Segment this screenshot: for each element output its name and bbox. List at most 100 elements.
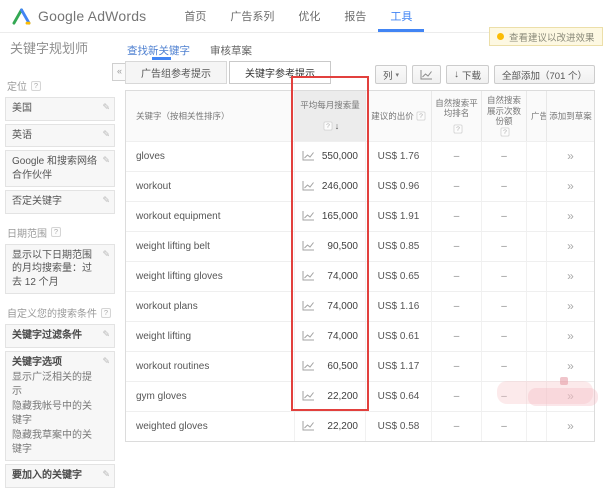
trend-chart-icon[interactable] [302,361,315,371]
suggested-bid-cell: US$ 0.65 [365,262,431,291]
edit-pencil-icon[interactable]: ✎ [102,194,110,206]
ad-share-cell [526,172,546,201]
help-icon[interactable]: ? [101,308,111,318]
nav-item-tools[interactable]: 工具 [378,0,424,32]
find-keywords-link[interactable]: 查找新关键字 [127,43,190,58]
edit-pencil-icon[interactable]: ✎ [102,328,110,340]
ad-share-cell [526,292,546,321]
nav-item-optimize[interactable]: 优化 [286,0,332,32]
keyword-cell: weight lifting [126,322,294,351]
header-keyword: 关键字（按相关性排序） [126,91,294,141]
adwords-logo: Google AdWords [12,0,146,32]
organic-rank-cell: – [431,322,481,351]
header-ad-impression-share[interactable]: 广告展 [526,91,546,141]
add-to-plan-button[interactable]: » [546,142,594,171]
search-volume-cell: 74,000 [294,292,365,321]
organic-share-cell: – [481,172,526,201]
ad-share-cell [526,142,546,171]
add-to-plan-button[interactable]: » [546,262,594,291]
download-button[interactable]: ↓ 下载 [446,65,489,84]
help-icon[interactable]: ? [416,111,425,120]
chart-view-button[interactable] [412,65,441,84]
keyword-options-box[interactable]: 关键字选项 ✎ 显示广泛相关的提示 隐藏我帐号中的关键字 隐藏我草案中的关键字 [5,351,115,462]
keywords-to-include-box[interactable]: 要加入的关键字 ✎ [5,464,115,488]
trend-chart-icon[interactable] [302,151,315,161]
keyword-cell: workout plans [126,292,294,321]
add-to-plan-button[interactable]: » [546,292,594,321]
edit-pencil-icon[interactable]: ✎ [102,248,110,260]
add-to-plan-button[interactable]: » [546,352,594,381]
search-volume-value: 165,000 [322,211,358,222]
trend-chart-icon[interactable] [302,241,315,251]
page-title: 关键字规划师 [10,38,88,57]
table-header-row: 关键字（按相关性排序） 平均每月搜索量 ? ↓ 建议的出价 ? 自然搜索平均排名… [126,91,594,141]
suggestion-notice[interactable]: 查看建议以改进效果 [489,27,603,46]
keyword-filters-box[interactable]: 关键字过滤条件 ✎ [5,324,115,348]
top-nav: 首页 广告系列 优化 报告 工具 [172,0,424,32]
nav-item-reports[interactable]: 报告 [332,0,378,32]
trend-chart-icon[interactable] [302,301,315,311]
help-icon[interactable]: ? [323,122,332,131]
edit-pencil-icon[interactable]: ✎ [102,154,110,166]
brand-name: Google AdWords [38,8,146,24]
watermark-blob [560,377,568,385]
trend-chart-icon[interactable] [302,421,315,431]
add-to-plan-button[interactable]: » [546,322,594,351]
organic-rank-cell: – [431,352,481,381]
edit-pencil-icon[interactable]: ✎ [102,128,110,140]
header-avg-monthly-searches[interactable]: 平均每月搜索量 ? ↓ [294,91,365,141]
help-icon[interactable]: ? [31,81,41,91]
edit-pencil-icon[interactable]: ✎ [102,468,110,480]
nav-item-campaigns[interactable]: 广告系列 [218,0,286,32]
table-row: weight lifting 74,000 US$ 0.61 – – » [126,321,594,351]
review-draft-link[interactable]: 审核草案 [210,43,252,58]
search-volume-cell: 22,200 [294,412,365,441]
edit-pencil-icon[interactable]: ✎ [102,101,110,113]
nav-item-home[interactable]: 首页 [172,0,218,32]
trend-chart-icon[interactable] [302,181,315,191]
negative-keywords-box[interactable]: 否定关键字 ✎ [5,190,115,214]
search-volume-cell: 550,000 [294,142,365,171]
columns-button[interactable]: 列 ▾ [375,65,407,84]
help-icon[interactable]: ? [501,127,510,136]
trend-chart-icon[interactable] [302,211,315,221]
subheader-links: 查找新关键字 审核草案 [127,43,252,58]
organic-rank-cell: – [431,202,481,231]
date-range-box[interactable]: 显示以下日期范围的月均搜索量：过去 12 个月 ✎ [5,244,115,295]
add-to-plan-button[interactable]: » [546,412,594,441]
header-organic-impression-share[interactable]: 自然搜索展示次数份额 ? [481,91,526,141]
suggested-bid-cell: US$ 0.85 [365,232,431,261]
help-icon[interactable]: ? [453,125,462,134]
tab-ad-group-ideas[interactable]: 广告组参考提示 [125,61,227,84]
table-row: gloves 550,000 US$ 1.76 – – » [126,141,594,171]
add-to-plan-button[interactable]: » [546,232,594,261]
targeting-location-box[interactable]: 美国 ✎ [5,97,115,121]
trend-chart-icon[interactable] [302,391,315,401]
table-row: weight lifting gloves 74,000 US$ 0.65 – … [126,261,594,291]
header-suggested-bid[interactable]: 建议的出价 ? [365,91,431,141]
header-organic-avg-position[interactable]: 自然搜索平均排名 ? [431,91,481,141]
add-all-button[interactable]: 全部添加（701 个） [494,65,595,84]
suggested-bid-cell: US$ 0.58 [365,412,431,441]
sort-descending-icon: ↓ [335,121,340,132]
edit-pencil-icon[interactable]: ✎ [102,355,110,367]
results-toolbar: 列 ▾ ↓ 下载 全部添加（701 个） [375,65,595,84]
organic-rank-cell: – [431,172,481,201]
organic-share-cell: – [481,142,526,171]
trend-chart-icon[interactable] [302,271,315,281]
download-icon: ↓ [454,69,459,80]
active-link-indicator [152,57,171,60]
search-volume-value: 22,200 [327,391,358,402]
tab-keyword-ideas[interactable]: 关键字参考提示 [229,61,331,84]
organic-share-cell: – [481,232,526,261]
chevron-down-icon: ▾ [395,71,399,79]
help-icon[interactable]: ? [51,227,61,237]
lightbulb-icon [497,33,504,40]
trend-chart-icon[interactable] [302,331,315,341]
add-to-plan-button[interactable]: » [546,172,594,201]
add-to-plan-button[interactable]: » [546,202,594,231]
organic-rank-cell: – [431,412,481,441]
suggested-bid-cell: US$ 0.64 [365,382,431,411]
targeting-network-box[interactable]: Google 和搜索网络合作伙伴 ✎ [5,150,115,187]
targeting-language-box[interactable]: 英语 ✎ [5,124,115,148]
